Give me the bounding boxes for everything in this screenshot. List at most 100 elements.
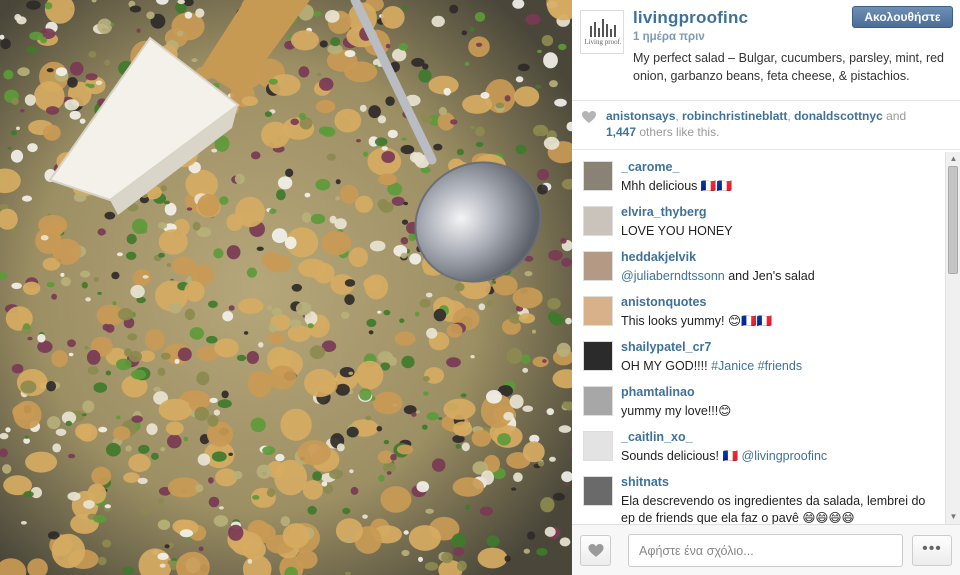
salad-ingredient (511, 487, 517, 491)
salad-ingredient (394, 331, 416, 346)
salad-ingredient (503, 411, 514, 421)
salad-ingredient (157, 497, 165, 505)
salad-ingredient (455, 443, 462, 449)
salad-ingredient (43, 124, 61, 141)
post-photo[interactable] (0, 0, 572, 575)
salad-ingredient (387, 129, 398, 139)
post-username[interactable]: livingproofinc (633, 8, 748, 28)
salad-ingredient (208, 477, 214, 484)
salad-ingredient (167, 434, 182, 449)
comment-hashtags[interactable]: #Janice #friends (711, 359, 802, 373)
salad-ingredient (515, 76, 524, 83)
like-button[interactable] (580, 535, 611, 566)
liker-link[interactable]: donaldscottnyc (794, 109, 883, 123)
comments-list[interactable]: _carome_ Mhh delicious 🇫🇷🇫🇷 elvira_thybe… (572, 152, 944, 524)
salad-ingredient (486, 535, 500, 547)
comment-username[interactable]: anistonquotes (621, 295, 706, 309)
salad-ingredient (158, 252, 165, 258)
salad-ingredient (452, 477, 484, 497)
salad-ingredient (346, 426, 359, 438)
salad-ingredient (334, 108, 362, 133)
more-options-button[interactable]: ••• (912, 535, 952, 566)
salad-ingredient (401, 5, 408, 10)
likers-list: anistonsays, robinchristineblatt, donald… (606, 109, 907, 123)
salad-ingredient (544, 526, 556, 537)
salad-ingredient (268, 365, 297, 390)
salad-ingredient (268, 74, 301, 96)
salad-ingredient (381, 6, 405, 29)
salad-ingredient (460, 393, 467, 398)
salad-ingredient (261, 121, 290, 149)
salad-ingredient (562, 401, 570, 409)
salad-ingredient (166, 263, 171, 267)
avatar[interactable] (583, 431, 613, 461)
salad-ingredient (3, 69, 14, 80)
avatar[interactable] (583, 341, 613, 371)
heart-icon (582, 111, 596, 123)
liker-link[interactable]: anistonsays (606, 109, 675, 123)
comments-scrollbar[interactable]: ▲ ▼ (945, 152, 960, 524)
salad-ingredient (125, 445, 132, 452)
salad-ingredient (533, 124, 549, 137)
account-avatar[interactable]: Living proof. (580, 10, 624, 54)
salad-ingredient (418, 69, 432, 83)
salad-ingredient (24, 94, 36, 106)
salad-ingredient (465, 504, 471, 510)
salad-ingredient (450, 119, 458, 125)
salad-ingredient (60, 277, 71, 287)
liker-link[interactable]: robinchristineblatt (682, 109, 787, 123)
comment-username[interactable]: heddakjelvik (621, 250, 696, 264)
comment-mention[interactable]: @juliaberndtssonn (621, 269, 725, 283)
avatar[interactable] (583, 386, 613, 416)
salad-ingredient (481, 470, 494, 485)
salad-ingredient (344, 61, 378, 83)
salad-ingredient (449, 4, 459, 14)
salad-ingredient (97, 291, 102, 295)
comment-input[interactable] (628, 534, 903, 567)
salad-ingredient (475, 126, 485, 137)
salad-ingredient (302, 480, 323, 500)
salad-ingredient (454, 282, 465, 292)
salad-ingredient (431, 458, 446, 472)
salad-ingredient (330, 37, 341, 47)
comment-username[interactable]: _carome_ (621, 160, 679, 174)
post-timestamp[interactable]: 1 ημέρα πριν (633, 31, 705, 43)
likes-count[interactable]: 1,447 (606, 125, 636, 139)
salad-ingredient (80, 270, 91, 278)
comment-username[interactable]: elvira_thyberg (621, 205, 706, 219)
salad-ingredient (271, 308, 283, 316)
salad-ingredient (504, 555, 511, 562)
scroll-up-arrow-icon[interactable]: ▲ (946, 152, 960, 166)
comment-username[interactable]: shitnats (621, 475, 669, 489)
comment-username[interactable]: phamtalinao (621, 385, 695, 399)
avatar[interactable] (583, 296, 613, 326)
salad-ingredient (438, 417, 443, 420)
avatar[interactable] (583, 476, 613, 506)
salad-ingredient (356, 139, 361, 143)
salad-ingredient (116, 415, 121, 420)
follow-button[interactable]: Ακολουθήστε (852, 6, 953, 28)
salad-ingredient (512, 287, 543, 309)
avatar[interactable] (583, 206, 613, 236)
comment-mention[interactable]: @livingproofinc (742, 449, 828, 463)
salad-ingredient (401, 355, 415, 369)
salad-ingredient (46, 381, 57, 392)
scroll-down-arrow-icon[interactable]: ▼ (946, 510, 960, 524)
salad-ingredient (297, 440, 331, 466)
avatar[interactable] (583, 251, 613, 281)
salad-ingredient (228, 524, 244, 541)
salad-ingredient (207, 414, 219, 427)
comment-username[interactable]: shailypatel_cr7 (621, 340, 711, 354)
salad-ingredient (174, 358, 180, 364)
salad-ingredient (116, 358, 132, 371)
salad-ingredient (344, 294, 355, 305)
salad-ingredient (126, 251, 137, 260)
salad-ingredient (131, 369, 147, 380)
comment-username[interactable]: _caitlin_xo_ (621, 430, 693, 444)
avatar[interactable] (583, 161, 613, 191)
salad-ingredient (97, 556, 107, 566)
salad-ingredient (313, 262, 335, 284)
comment-text: OH MY GOD!!!! #Janice #friends (621, 358, 941, 375)
salad-ingredient (47, 416, 61, 430)
scroll-thumb[interactable] (948, 166, 958, 274)
